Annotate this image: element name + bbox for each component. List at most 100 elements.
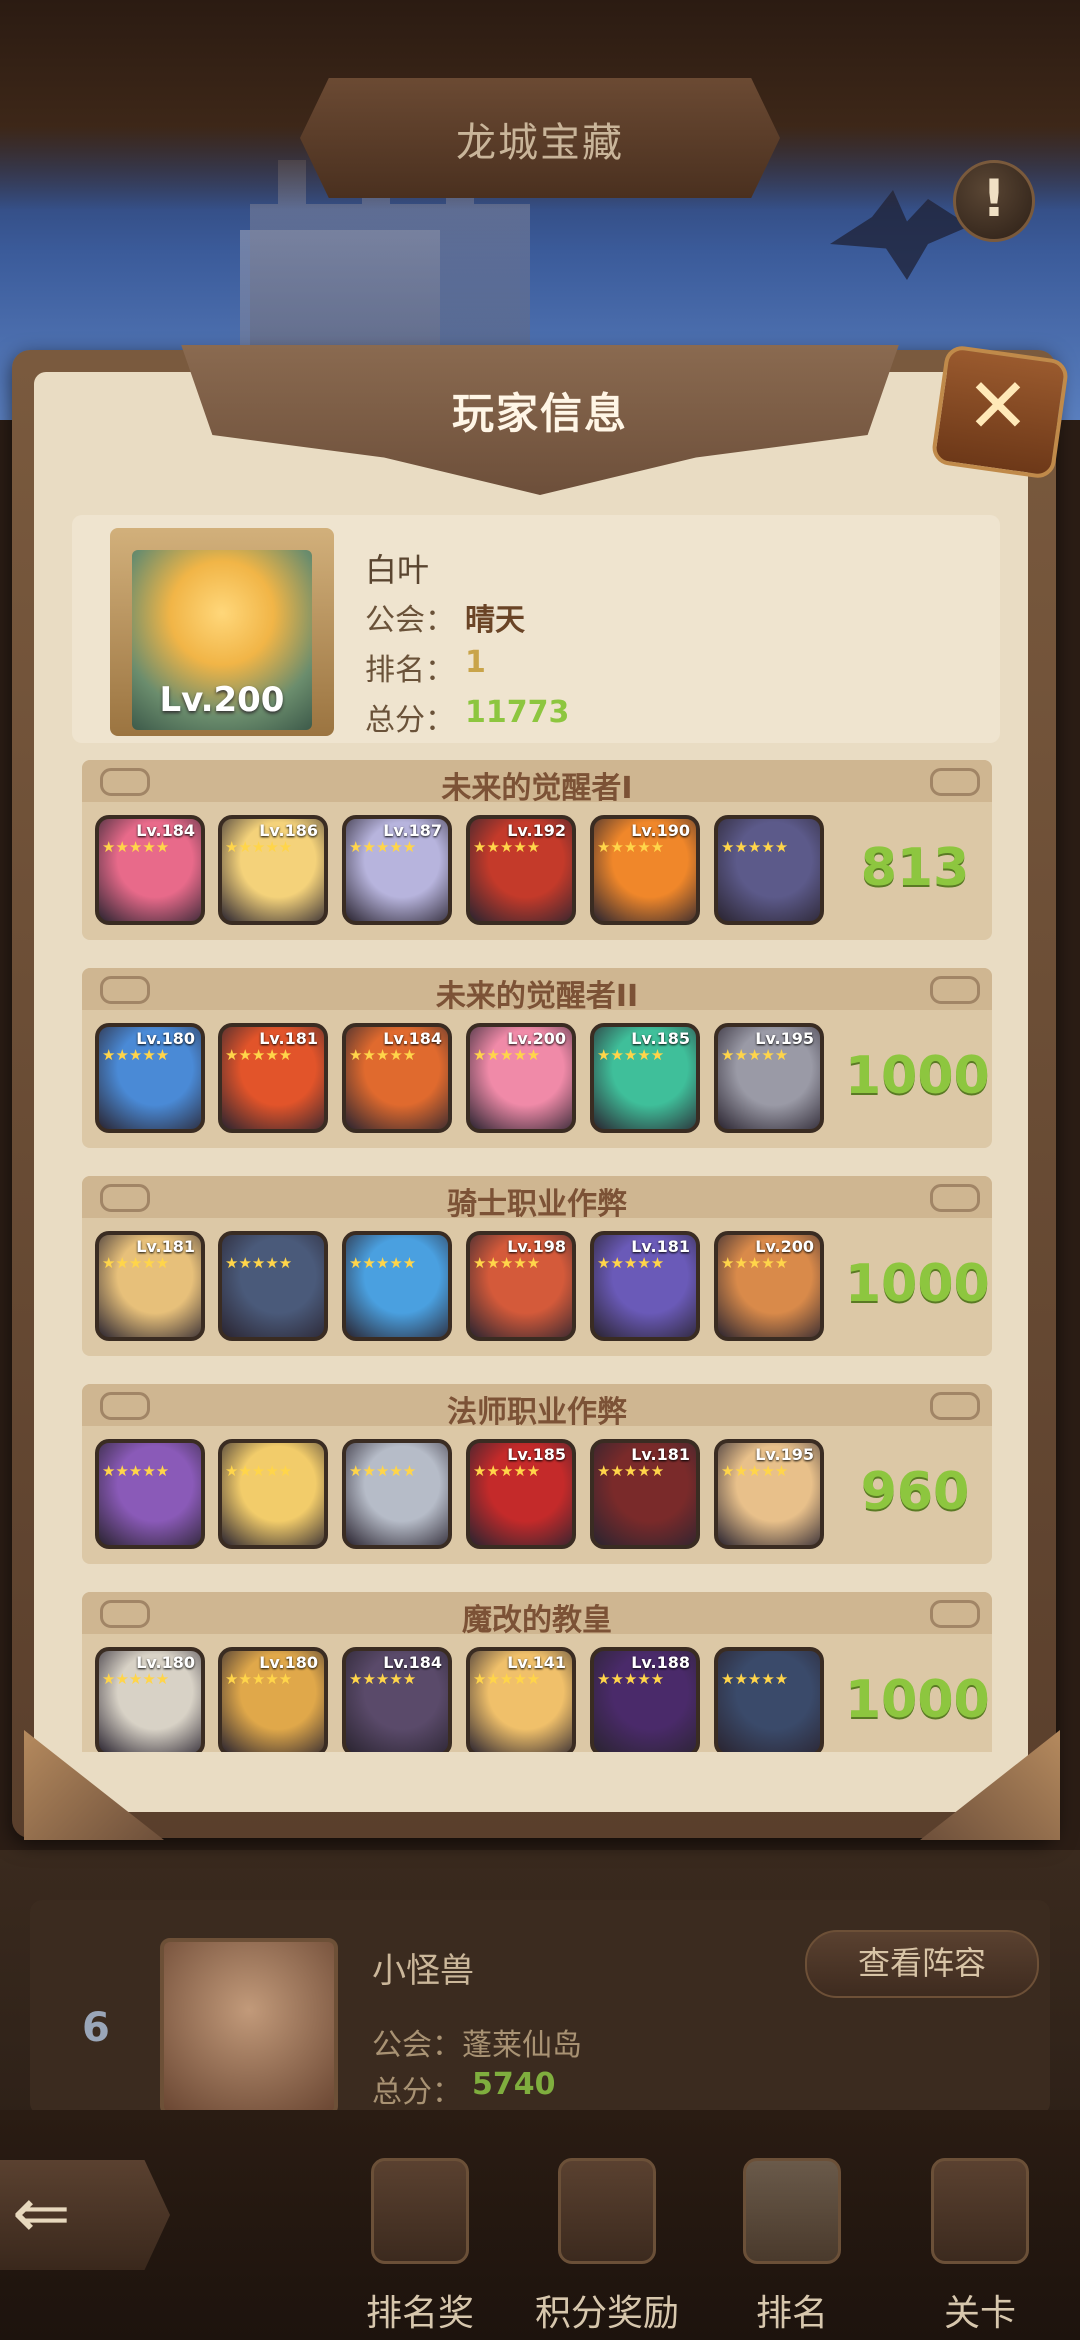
hero-portrait[interactable]: ★★★★★ Lv.186 (218, 815, 328, 925)
hero-portrait[interactable]: ★★★★★ Lv.190 (590, 815, 700, 925)
star-icon: ★★★★★ (349, 1670, 417, 1688)
star-icon: ★★★★★ (597, 1670, 665, 1688)
hero-portrait[interactable]: ★★★★★ (714, 815, 824, 925)
hero-level: Lv.195 (755, 1445, 814, 1464)
hero-portrait[interactable]: ★★★★★ Lv.187 (342, 815, 452, 925)
star-icon: ★★★★★ (102, 838, 170, 856)
hero-level: Lv.198 (507, 1237, 566, 1256)
hero-portrait[interactable]: ★★★★★ Lv.200 (466, 1023, 576, 1133)
star-icon: ★★★★★ (473, 1462, 541, 1480)
hero-level: Lv.195 (755, 1029, 814, 1048)
star-icon: ★★★★★ (225, 1462, 293, 1480)
nav-rank-reward[interactable]: 排名奖 (345, 2150, 495, 2340)
hero-level: Lv.181 (136, 1237, 195, 1256)
hero-portrait[interactable]: ★★★★★ Lv.195 (714, 1439, 824, 1549)
hero-portrait[interactable]: ★★★★★ (218, 1231, 328, 1341)
hero-portrait[interactable]: ★★★★★ Lv.195 (714, 1023, 824, 1133)
hero-portrait[interactable]: ★★★★★ Lv.185 (590, 1023, 700, 1133)
star-icon: ★★★★★ (721, 1462, 789, 1480)
hero-level: Lv.200 (507, 1029, 566, 1048)
hero-level: Lv.186 (259, 821, 318, 840)
view-lineup-button[interactable]: 查看阵容 (805, 1930, 1039, 1998)
nav-stage[interactable]: 关卡 (905, 2150, 1055, 2340)
hero-portrait[interactable]: ★★★★★ (714, 1647, 824, 1757)
hero-portrait[interactable]: ★★★★★ Lv.180 (95, 1023, 205, 1133)
hero-portrait[interactable]: ★★★★★ Lv.180 (95, 1647, 205, 1757)
hero-portrait[interactable]: ★★★★★ Lv.181 (590, 1439, 700, 1549)
hero-level: Lv.181 (631, 1237, 690, 1256)
rank-label: 排名： (365, 653, 455, 688)
star-icon: ★★★★★ (102, 1462, 170, 1480)
hero-level: Lv.184 (136, 821, 195, 840)
team-title: 魔改的教皇 (462, 1603, 612, 1638)
star-icon: ★★★★★ (721, 1046, 789, 1064)
hero-portrait[interactable]: ★★★★★ Lv.180 (218, 1647, 328, 1757)
star-icon: ★★★★★ (597, 1462, 665, 1480)
stage-icon (931, 2158, 1029, 2264)
hero-level: Lv.184 (383, 1029, 442, 1048)
score-value: 11773 (465, 695, 570, 730)
star-icon: ★★★★★ (349, 1254, 417, 1272)
hero-portrait[interactable]: ★★★★★ Lv.198 (466, 1231, 576, 1341)
hero-level: Lv.180 (259, 1653, 318, 1672)
guild-label: 公会： (365, 603, 455, 638)
back-arrow-icon: ⇐ (12, 2172, 71, 2254)
star-icon: ★★★★★ (597, 1046, 665, 1064)
hero-portrait[interactable]: ★★★★★ (342, 1231, 452, 1341)
hero-portrait[interactable]: ★★★★★ Lv.184 (342, 1023, 452, 1133)
ranking-icon (743, 2158, 841, 2264)
hero-portrait[interactable]: ★★★★★ (218, 1439, 328, 1549)
hero-portrait[interactable]: ★★★★★ (342, 1439, 452, 1549)
star-icon: ★★★★★ (102, 1046, 170, 1064)
hero-level: Lv.180 (136, 1653, 195, 1672)
hero-level: Lv.180 (136, 1029, 195, 1048)
info-alert-button[interactable]: ! (953, 160, 1035, 242)
star-icon: ★★★★★ (349, 1462, 417, 1480)
team-score: 1000 (845, 1254, 990, 1314)
hero-level: Lv.181 (631, 1445, 690, 1464)
team-title: 法师职业作弊 (447, 1395, 627, 1430)
star-icon: ★★★★★ (721, 1254, 789, 1272)
star-icon: ★★★★★ (225, 1254, 293, 1272)
hero-portrait[interactable]: ★★★★★ Lv.200 (714, 1231, 824, 1341)
ranking-row-name: 小怪兽 (372, 1951, 474, 1991)
star-icon: ★★★★★ (349, 838, 417, 856)
ranking-row-score: 5740 (472, 2067, 556, 2102)
ranking-row-rank: 6 (82, 2005, 110, 2051)
rank-value: 1 (465, 645, 486, 680)
star-icon: ★★★★★ (349, 1046, 417, 1064)
player-name: 白叶 (365, 551, 430, 589)
star-icon: ★★★★★ (225, 838, 293, 856)
hero-level: Lv.187 (383, 821, 442, 840)
star-icon: ★★★★★ (597, 1254, 665, 1272)
avatar-level: Lv.200 (159, 680, 285, 720)
hero-level: Lv.200 (755, 1237, 814, 1256)
hero-level: Lv.141 (507, 1653, 566, 1672)
hero-portrait[interactable]: ★★★★★ Lv.184 (95, 815, 205, 925)
team-title: 未来的觉醒者II (435, 979, 639, 1014)
star-icon: ★★★★★ (597, 838, 665, 856)
star-icon: ★★★★★ (473, 1670, 541, 1688)
hero-portrait[interactable]: ★★★★★ Lv.192 (466, 815, 576, 925)
hero-portrait[interactable]: ★★★★★ Lv.181 (95, 1231, 205, 1341)
hero-portrait[interactable]: ★★★★★ Lv.181 (590, 1231, 700, 1341)
hero-level: Lv.190 (631, 821, 690, 840)
star-icon: ★★★★★ (473, 1254, 541, 1272)
hero-portrait[interactable]: ★★★★★ (95, 1439, 205, 1549)
hero-portrait[interactable]: ★★★★★ Lv.188 (590, 1647, 700, 1757)
nav-points-reward[interactable]: 积分奖励 (532, 2150, 682, 2340)
nav-ranking[interactable]: 排名 (717, 2150, 867, 2340)
star-icon: ★★★★★ (473, 1046, 541, 1064)
hero-portrait[interactable]: ★★★★★ Lv.141 (466, 1647, 576, 1757)
team-score: 960 (860, 1462, 970, 1522)
exclamation-icon: ! (982, 169, 1006, 229)
close-icon[interactable]: ✕ (960, 368, 1036, 444)
star-icon: ★★★★★ (225, 1046, 293, 1064)
team-score: 813 (860, 838, 970, 898)
hero-portrait[interactable]: ★★★★★ Lv.185 (466, 1439, 576, 1549)
star-icon: ★★★★★ (721, 838, 789, 856)
hero-portrait[interactable]: ★★★★★ Lv.181 (218, 1023, 328, 1133)
team-title: 未来的觉醒者I (441, 771, 633, 806)
hero-portrait[interactable]: ★★★★★ Lv.184 (342, 1647, 452, 1757)
guild-value: 晴天 (465, 603, 525, 638)
